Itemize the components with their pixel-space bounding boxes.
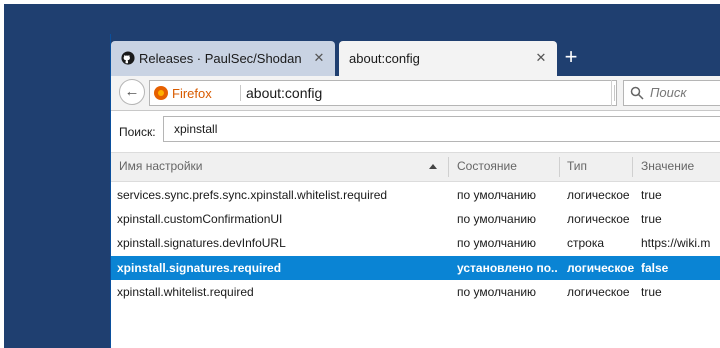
- table-row[interactable]: xpinstall.signatures.devInfoURL по умолч…: [111, 231, 720, 255]
- pref-type: логическое: [567, 261, 635, 275]
- identity-block[interactable]: Firefox: [154, 85, 212, 101]
- pref-type: строка: [567, 236, 605, 250]
- table-row[interactable]: xpinstall.whitelist.required по умолчани…: [111, 280, 720, 304]
- column-divider[interactable]: [632, 157, 633, 177]
- browser-window: Releases · PaulSec/Shodan ✕ about:config…: [110, 34, 720, 348]
- github-icon: [121, 51, 135, 65]
- pref-value: true: [641, 188, 662, 202]
- address-bar[interactable]: Firefox about:config ↻: [149, 80, 637, 106]
- pref-name: xpinstall.whitelist.required: [117, 285, 254, 299]
- pref-value: false: [641, 261, 669, 275]
- pref-value: true: [641, 285, 662, 299]
- tab-strip: Releases · PaulSec/Shodan ✕ about:config…: [111, 34, 720, 76]
- column-header-value[interactable]: Значение: [641, 159, 694, 173]
- pref-type: логическое: [567, 188, 630, 202]
- divider: [611, 80, 612, 106]
- close-icon[interactable]: ✕: [533, 50, 549, 66]
- divider: [614, 85, 615, 101]
- pref-name: xpinstall.customConfirmationUI: [117, 212, 283, 226]
- sort-ascending-icon: [429, 164, 437, 169]
- filter-input[interactable]: xpinstall: [163, 116, 720, 142]
- desktop: Releases · PaulSec/Shodan ✕ about:config…: [0, 0, 720, 348]
- column-header-name[interactable]: Имя настройки: [119, 159, 203, 173]
- pref-status: по умолчанию: [457, 188, 537, 202]
- close-icon[interactable]: ✕: [311, 50, 327, 66]
- column-divider[interactable]: [559, 157, 560, 177]
- divider: [240, 85, 241, 101]
- search-icon: [630, 86, 644, 100]
- pref-status: по умолчанию: [457, 285, 537, 299]
- about-config-page: Поиск: xpinstall Имя настройки Состояние…: [111, 111, 720, 348]
- new-tab-button[interactable]: +: [559, 46, 583, 70]
- tab-title: about:config: [349, 51, 420, 66]
- pref-status: установлено по...: [457, 261, 557, 275]
- table-header: Имя настройки Состояние Тип Значение: [111, 152, 720, 182]
- table-row[interactable]: xpinstall.customConfirmationUI по умолча…: [111, 207, 720, 231]
- pref-name: xpinstall.signatures.devInfoURL: [117, 236, 286, 250]
- search-placeholder: Поиск: [650, 85, 687, 100]
- identity-label: Firefox: [172, 85, 212, 101]
- pref-status: по умолчанию: [457, 236, 537, 250]
- tab-about-config[interactable]: about:config ✕: [339, 41, 557, 76]
- column-header-status[interactable]: Состояние: [457, 159, 517, 173]
- filter-label: Поиск:: [119, 125, 156, 139]
- url-text[interactable]: about:config: [246, 85, 322, 101]
- back-button[interactable]: ←: [119, 79, 145, 105]
- tab-title: Releases · PaulSec/Shodan: [139, 51, 302, 66]
- filter-value: xpinstall: [174, 122, 218, 136]
- pref-name: xpinstall.signatures.required: [117, 261, 282, 275]
- column-divider[interactable]: [448, 157, 449, 177]
- table-row[interactable]: services.sync.prefs.sync.xpinstall.white…: [111, 183, 720, 207]
- tab-releases[interactable]: Releases · PaulSec/Shodan ✕: [111, 41, 335, 76]
- pref-value: true: [641, 212, 662, 226]
- table-row-selected[interactable]: xpinstall.signatures.required установлен…: [111, 256, 720, 280]
- pref-type: логическое: [567, 212, 630, 226]
- search-input[interactable]: Поиск: [623, 80, 720, 106]
- column-header-type[interactable]: Тип: [567, 159, 587, 173]
- pref-type: логическое: [567, 285, 630, 299]
- pref-status: по умолчанию: [457, 212, 537, 226]
- pref-name: services.sync.prefs.sync.xpinstall.white…: [117, 188, 388, 202]
- navigation-bar: ← Firefox about:config ↻ Поиск: [111, 76, 720, 111]
- firefox-icon: [154, 86, 168, 100]
- pref-value: https://wiki.m: [641, 236, 711, 250]
